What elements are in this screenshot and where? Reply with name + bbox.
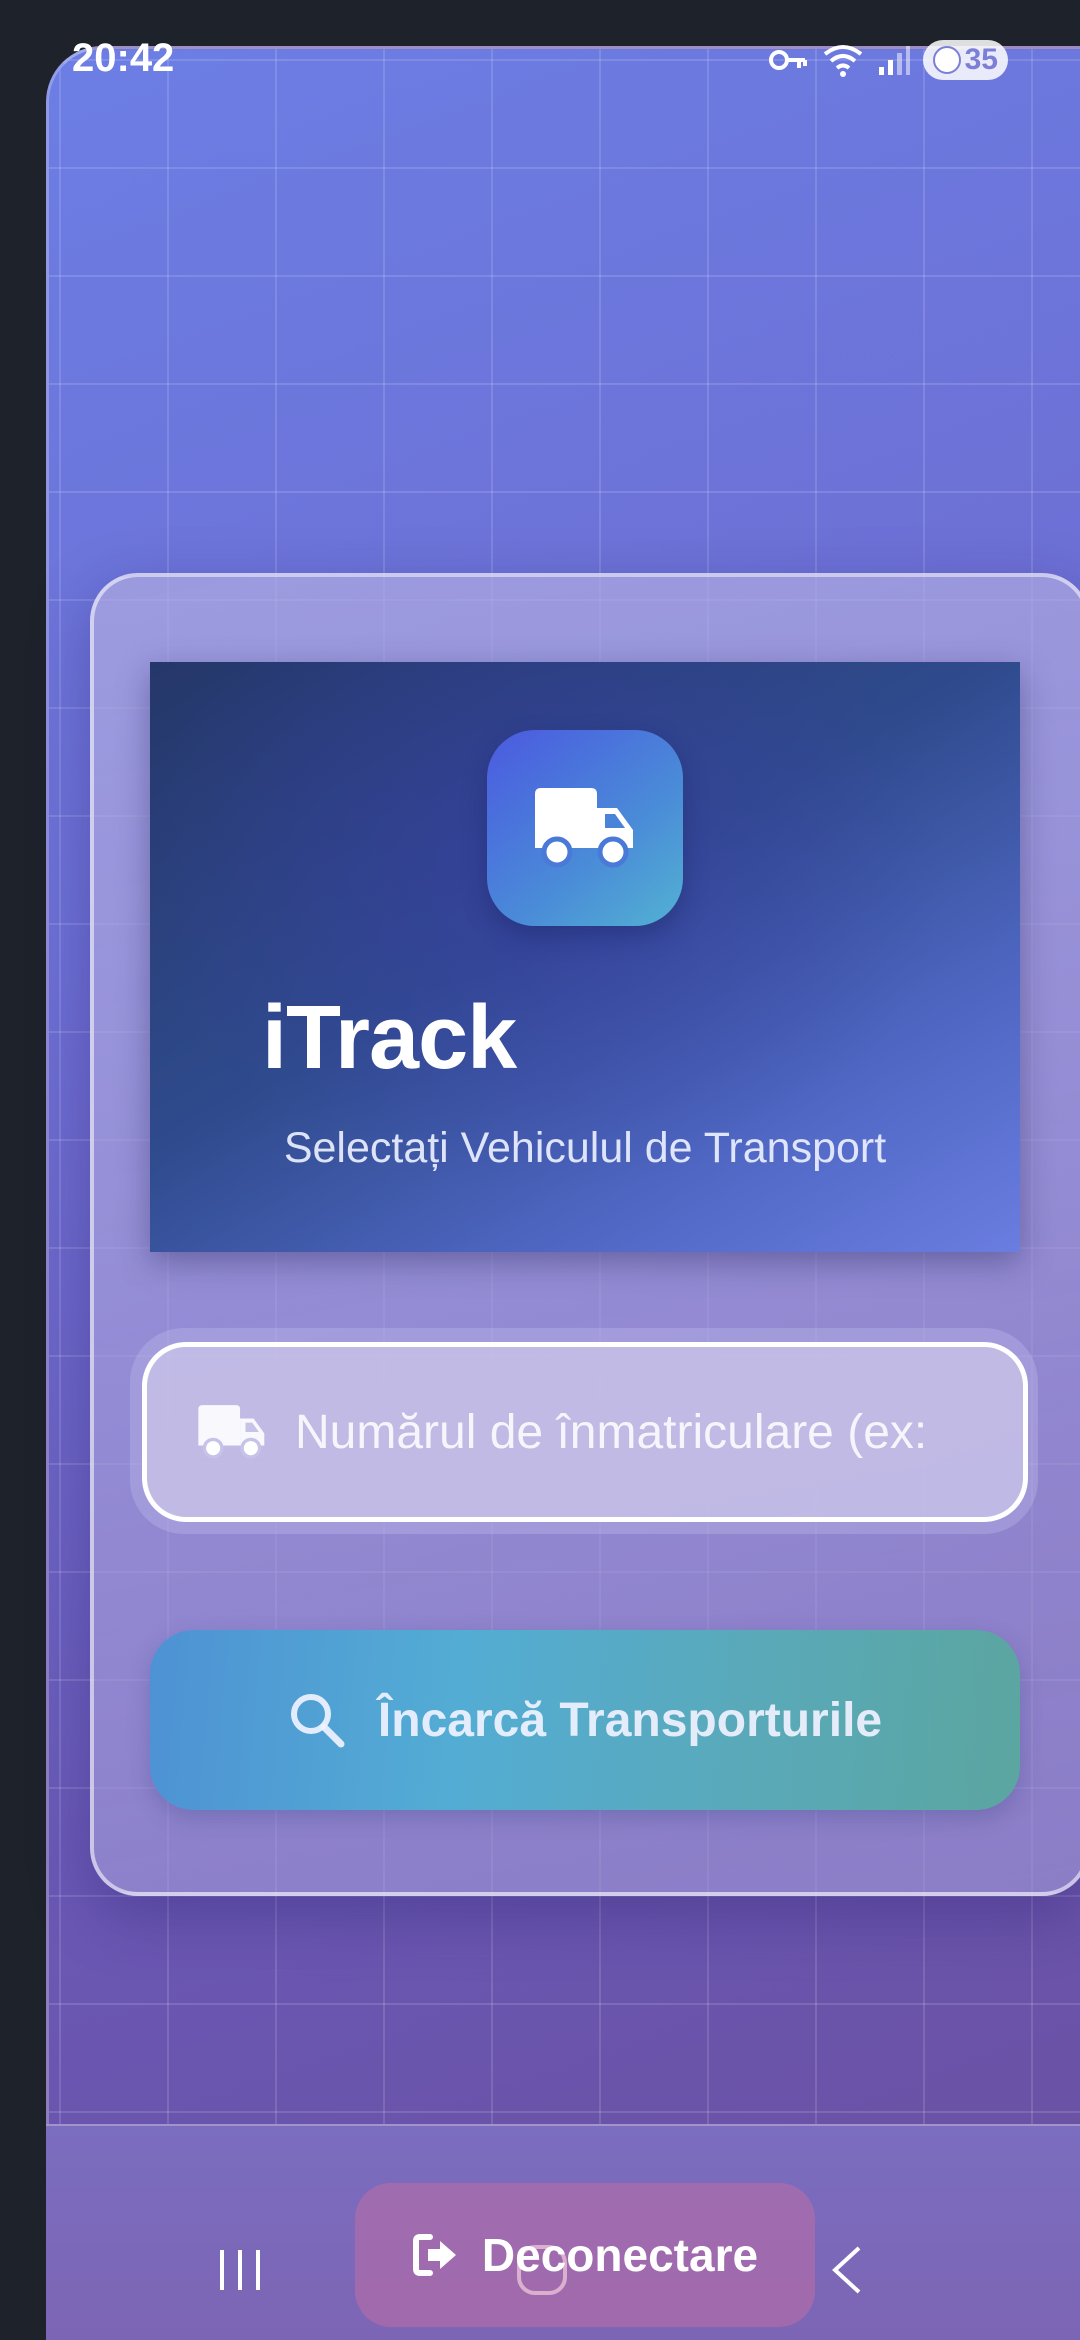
load-transports-button[interactable]: Încarcă Transporturile [150,1630,1020,1810]
load-transports-label: Încarcă Transporturile [377,1693,883,1747]
key-icon [768,50,807,70]
truck-icon [535,788,633,868]
plate-number-field[interactable] [142,1342,1028,1522]
wifi-icon [823,45,862,77]
logout-icon [412,2234,456,2276]
search-icon [290,1694,345,1748]
power-saving-icon [932,46,961,74]
truck-icon [198,1405,265,1459]
back-icon[interactable] [824,2240,868,2300]
plate-number-input[interactable] [295,1404,975,1460]
app-logo [487,730,683,926]
battery-icon: 35 [922,40,1008,80]
status-time: 20:42 [72,36,175,80]
status-bar: 20:42 35 [0,0,1080,120]
hero-header: iTrack Selectați Vehiculul de Transport [150,662,1020,1252]
battery-level: 35 [964,43,998,76]
app-title: iTrack [262,988,517,1088]
logout-button[interactable]: Deconectare [355,2183,815,2327]
status-icons: 35 [768,38,1008,82]
recents-icon[interactable] [216,2240,264,2300]
signal-icon [878,46,910,75]
logout-label: Deconectare [481,2229,759,2281]
app-subtitle: Selectați Vehiculul de Transport [283,1124,887,1172]
